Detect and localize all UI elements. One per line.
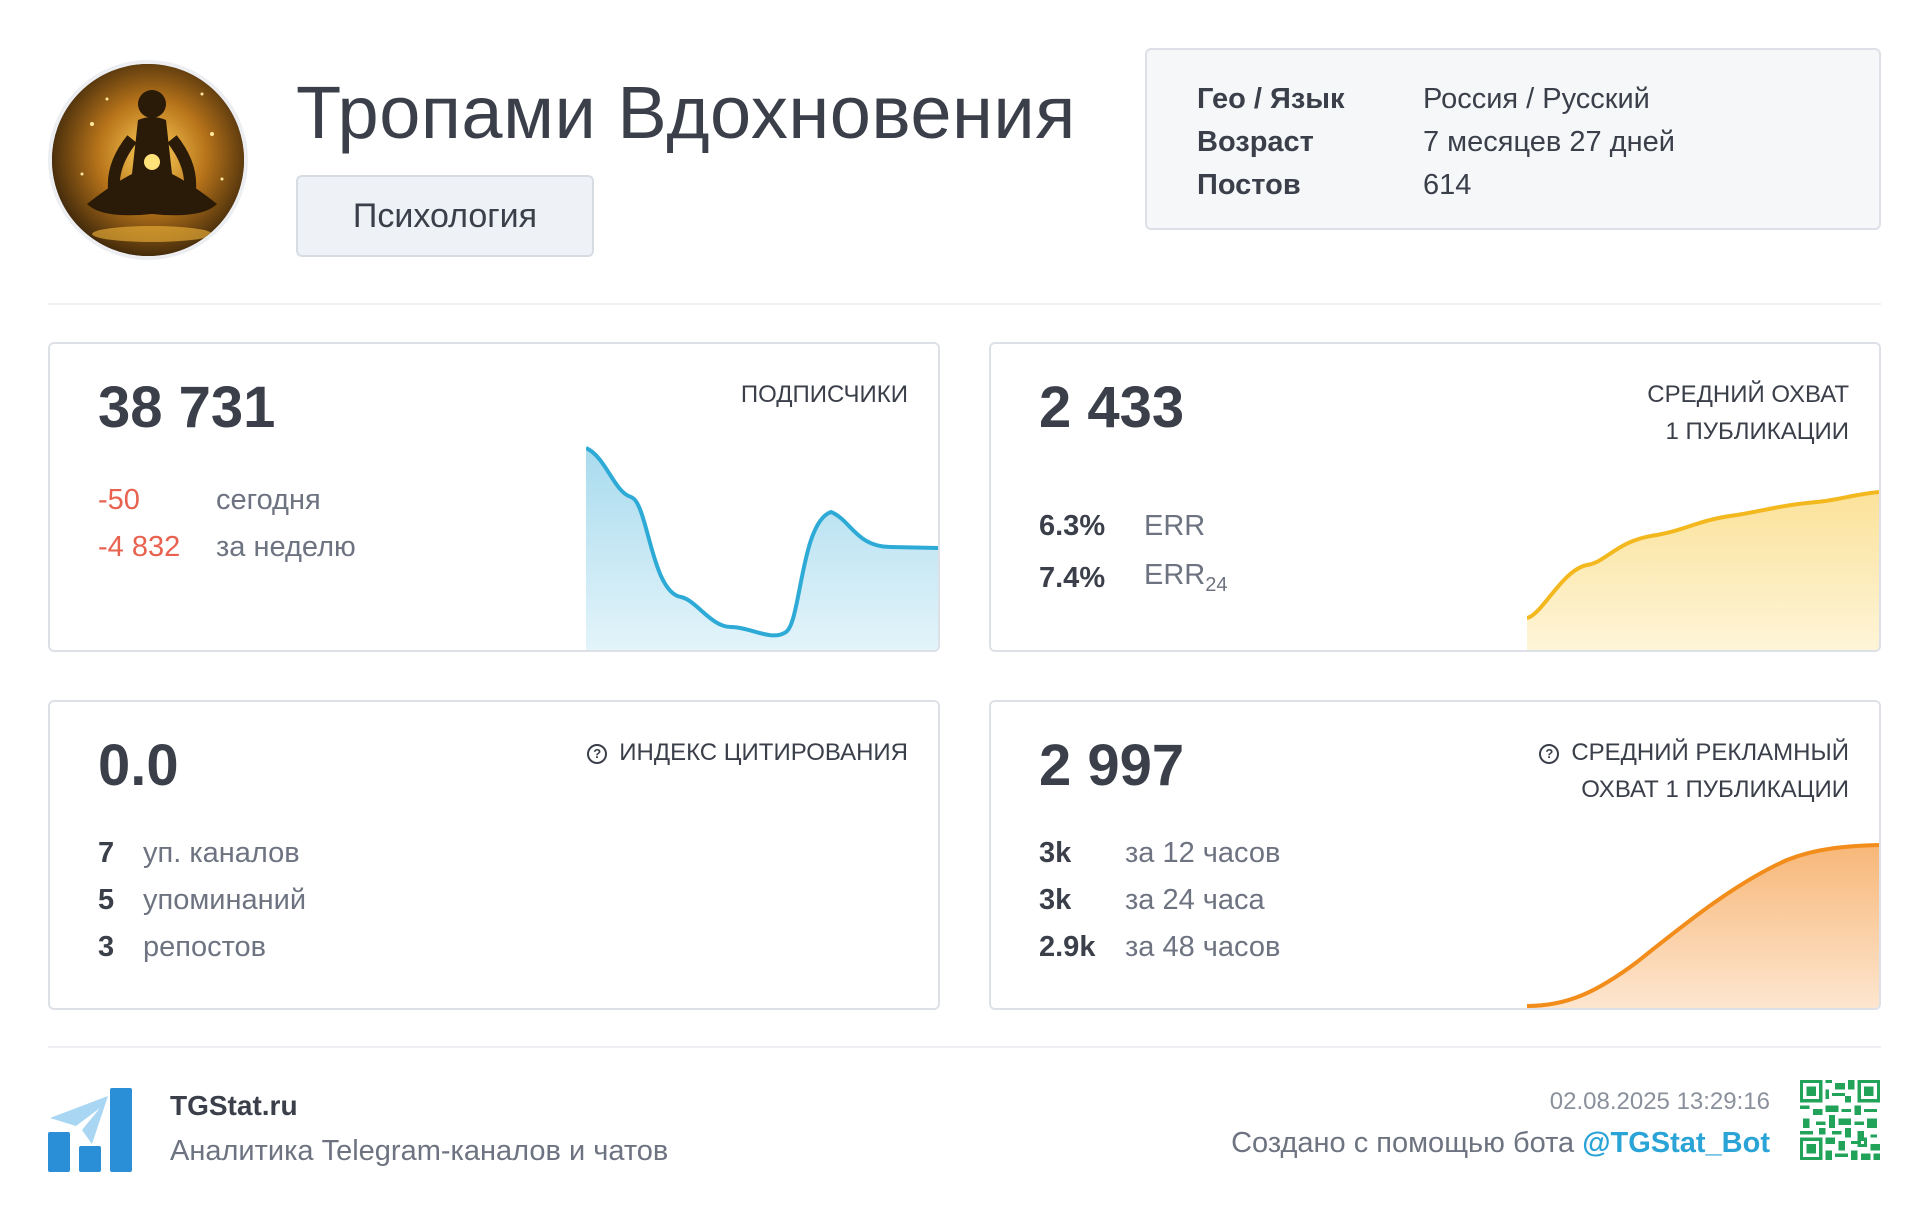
ad-reach-label-line1-text: СРЕДНИЙ РЕКЛАМНЫЙ	[1571, 739, 1849, 766]
citation-row: 5 упоминаний	[98, 877, 306, 924]
citation-row: 7 уп. каналов	[98, 830, 306, 877]
err-value: 6.3%	[1039, 509, 1106, 542]
subscribers-card[interactable]: 38 731 ПОДПИСЧИКИ -50 сегодня -4 832 за …	[48, 342, 940, 652]
info-label: Постов	[1197, 169, 1301, 201]
created-by-label: Создано с помощью бота	[1231, 1127, 1575, 1159]
ad-reach-label-line1: ? СРЕДНИЙ РЕКЛАМНЫЙ	[1539, 734, 1849, 771]
ad-reach-label-line2: ОХВАТ 1 ПУБЛИКАЦИИ	[1581, 776, 1849, 803]
err24-row: 7.4% ERR24	[1039, 552, 1227, 604]
citation-row-text: упоминаний	[143, 884, 307, 916]
ad-reach-stats: 3k за 12 часов 3k за 24 часа 2.9k за 48 …	[1039, 830, 1280, 971]
ad-reach-row-num: 3k	[1039, 884, 1072, 916]
brand-tagline: Аналитика Telegram-каналов и чатов	[170, 1135, 669, 1167]
ad-reach-area	[1527, 845, 1879, 1008]
citation-row-text: уп. каналов	[143, 837, 300, 869]
ad-reach-row: 3k за 24 часа	[1039, 877, 1280, 924]
info-row-age: Возраст 7 месяцев 27 дней	[1197, 121, 1879, 164]
info-value: 7 месяцев 27 дней	[1423, 126, 1675, 158]
citation-index-label: ? ИНДЕКС ЦИТИРОВАНИЯ	[587, 734, 908, 771]
ad-reach-row: 3k за 12 часов	[1039, 830, 1280, 877]
channel-info-box: Гео / Язык Россия / Русский Возраст 7 ме…	[1145, 48, 1881, 230]
ad-reach-row-num: 3k	[1039, 837, 1072, 869]
citation-row-num: 3	[98, 931, 115, 963]
citation-row-text: репостов	[143, 931, 267, 963]
subscribers-area	[586, 448, 938, 650]
subscribers-changes: -50 сегодня -4 832 за неделю	[98, 477, 356, 571]
avg-reach-area	[1527, 492, 1879, 650]
avg-reach-sparkline	[1527, 490, 1879, 650]
citation-stats: 7 уп. каналов 5 упоминаний 3 репостов	[98, 830, 306, 971]
avg-reach-label-line1: СРЕДНИЙ ОХВАТ	[1647, 381, 1849, 408]
category-badge[interactable]: Психология	[296, 175, 594, 257]
header-divider	[48, 303, 1881, 305]
citation-row-num: 5	[98, 884, 115, 916]
subscribers-today-label: сегодня	[216, 484, 321, 516]
ad-reach-row-text: за 48 часов	[1125, 931, 1281, 963]
err24-label-text: ERR	[1144, 559, 1206, 592]
subscribers-count: 38 731	[98, 375, 276, 440]
ad-reach-card[interactable]: 2 997 ? СРЕДНИЙ РЕКЛАМНЫЙ ОХВАТ 1 ПУБЛИКА…	[989, 700, 1881, 1010]
bot-link[interactable]: @TGStat_Bot	[1582, 1127, 1770, 1159]
citation-index-card[interactable]: 0.0 ? ИНДЕКС ЦИТИРОВАНИЯ 7 уп. каналов 5 …	[48, 700, 940, 1010]
question-circle-icon[interactable]: ?	[587, 744, 608, 764]
meditation-avatar-icon	[52, 64, 244, 256]
info-value: Россия / Русский	[1423, 83, 1650, 115]
channel-title: Тропами Вдохновения	[296, 71, 1076, 154]
footer-divider	[48, 1046, 1881, 1048]
info-label: Возраст	[1197, 126, 1314, 158]
brand-name[interactable]: TGStat.ru	[170, 1090, 298, 1122]
info-row-posts: Постов 614	[1197, 164, 1879, 207]
subscribers-today-row: -50 сегодня	[98, 477, 356, 524]
avg-reach-card[interactable]: 2 433 СРЕДНИЙ ОХВАТ 1 ПУБЛИКАЦИИ 6.3% ER…	[989, 342, 1881, 652]
citation-row: 3 репостов	[98, 924, 306, 971]
citation-row-num: 7	[98, 837, 115, 869]
ad-reach-label: ? СРЕДНИЙ РЕКЛАМНЫЙ ОХВАТ 1 ПУБЛИКАЦИИ	[1539, 734, 1849, 808]
info-label: Гео / Язык	[1197, 83, 1345, 115]
channel-avatar	[48, 60, 248, 260]
err24-value: 7.4%	[1039, 561, 1106, 594]
report-timestamp: 02.08.2025 13:29:16	[1549, 1088, 1770, 1115]
subscribers-week-label: за неделю	[216, 531, 356, 563]
info-value: 614	[1423, 169, 1472, 201]
err24-label: ERR24	[1144, 559, 1227, 597]
ad-reach-value: 2 997	[1039, 733, 1185, 798]
tgstat-logo-icon[interactable]	[48, 1088, 132, 1172]
ad-reach-row: 2.9k за 48 часов	[1039, 924, 1280, 971]
ad-reach-sparkline	[1527, 843, 1879, 1008]
ad-reach-row-num: 2.9k	[1039, 931, 1096, 963]
ad-reach-row-text: за 12 часов	[1125, 837, 1281, 869]
avg-reach-label: СРЕДНИЙ ОХВАТ 1 ПУБЛИКАЦИИ	[1647, 376, 1849, 450]
err24-subscript: 24	[1205, 573, 1228, 596]
citation-index-label-text: ИНДЕКС ЦИТИРОВАНИЯ	[619, 739, 908, 766]
err-stats: 6.3% ERR 7.4% ERR24	[1039, 500, 1227, 604]
avg-reach-value: 2 433	[1039, 375, 1185, 440]
citation-index-value: 0.0	[98, 733, 179, 798]
subscribers-week-row: -4 832 за неделю	[98, 524, 356, 571]
subscribers-label: ПОДПИСЧИКИ	[740, 381, 908, 408]
question-circle-icon[interactable]: ?	[1539, 744, 1560, 764]
qr-code-icon[interactable]	[1800, 1080, 1880, 1160]
created-by-text: Создано с помощью бота @TGStat_Bot	[1231, 1127, 1770, 1160]
err-label: ERR	[1144, 509, 1206, 542]
subscribers-today-value: -50	[98, 484, 140, 516]
subscribers-sparkline	[586, 446, 938, 650]
subscribers-week-value: -4 832	[98, 531, 181, 563]
avg-reach-label-line2: 1 ПУБЛИКАЦИИ	[1665, 418, 1849, 445]
info-row-geo: Гео / Язык Россия / Русский	[1197, 78, 1879, 121]
ad-reach-row-text: за 24 часа	[1125, 884, 1265, 916]
err-row: 6.3% ERR	[1039, 500, 1227, 552]
